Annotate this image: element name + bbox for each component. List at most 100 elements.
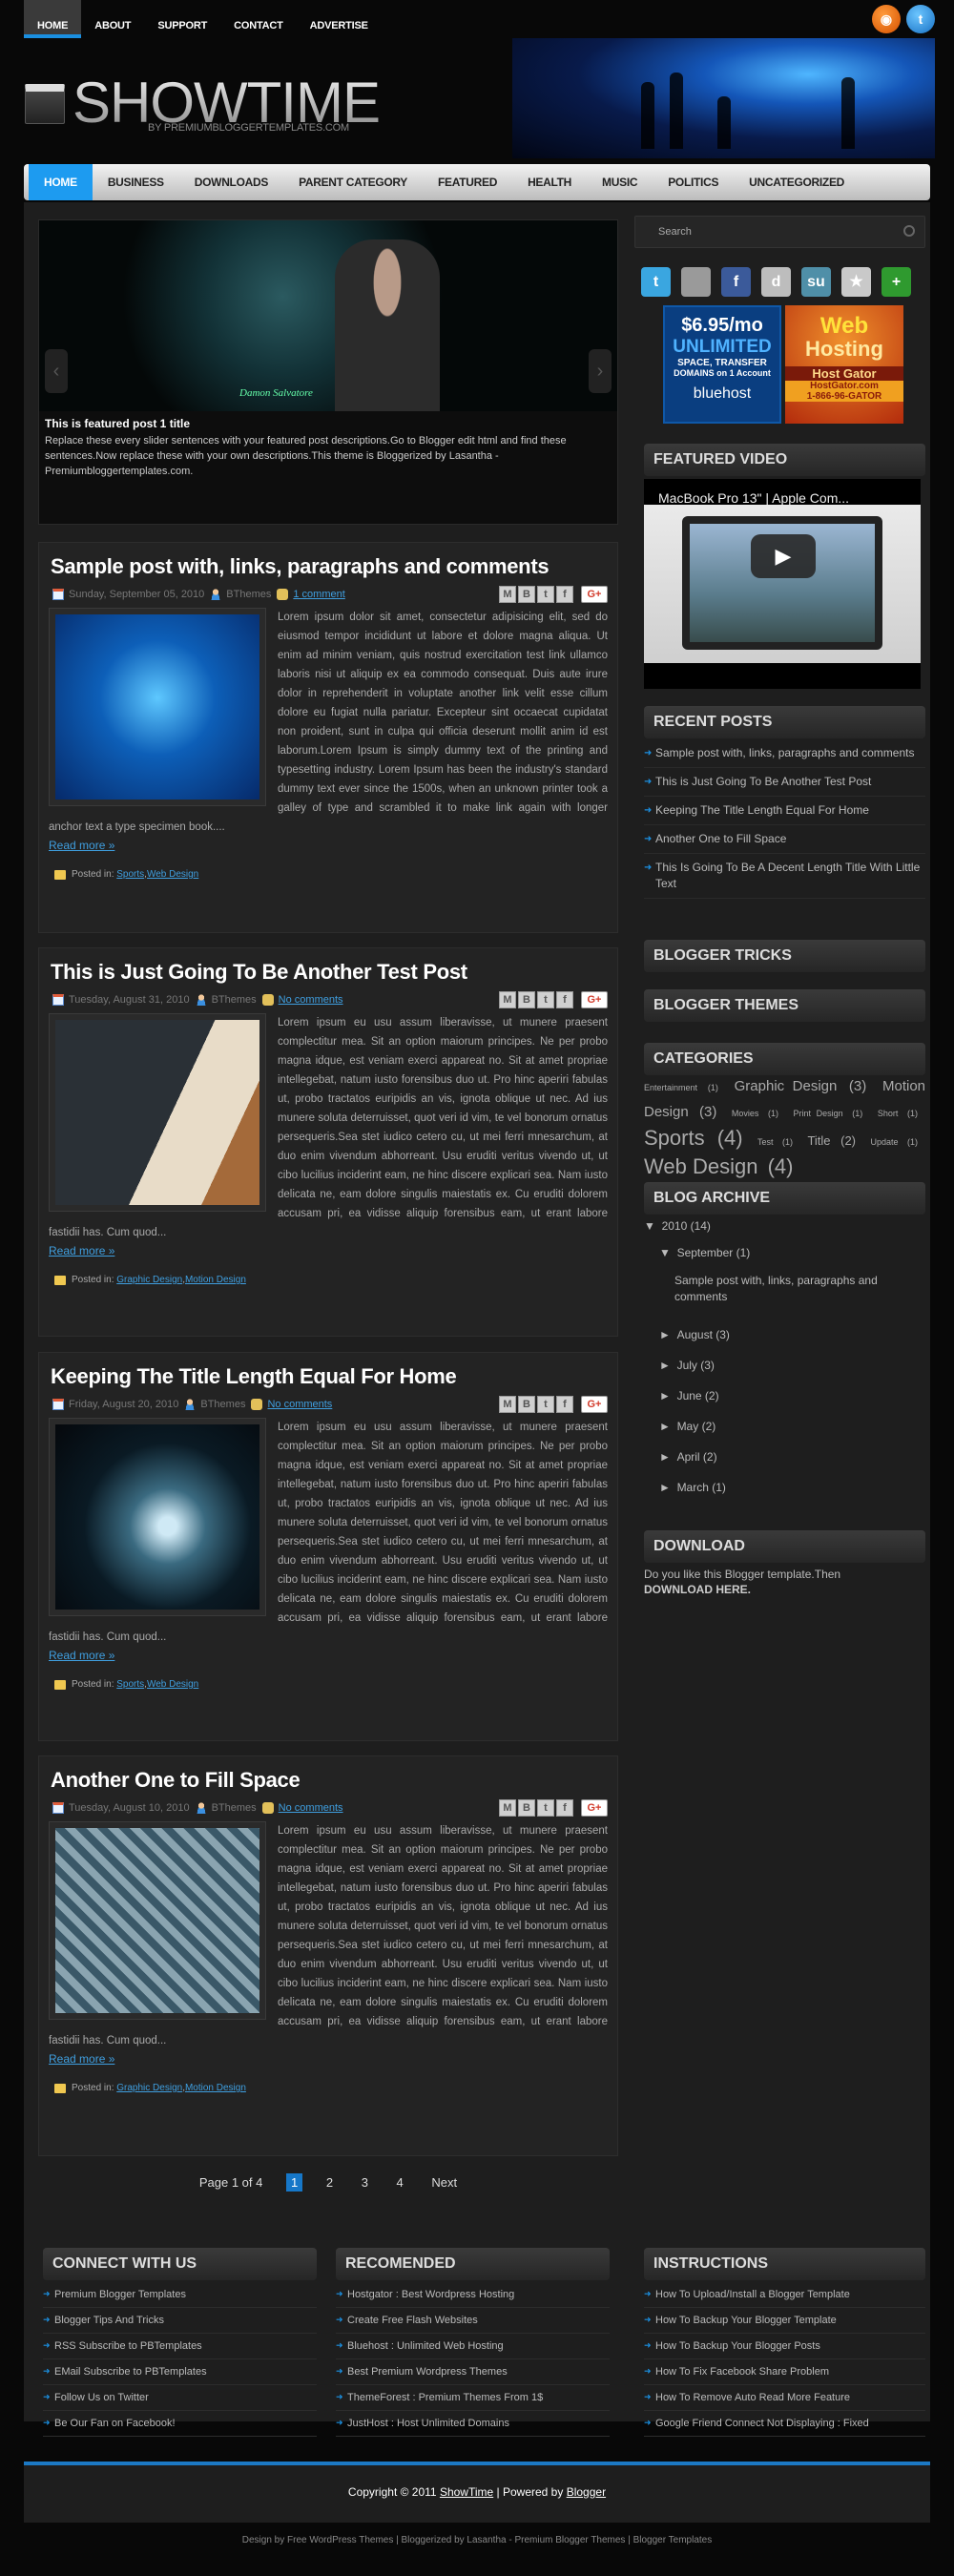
archive-month-label[interactable]: May (2) bbox=[677, 1420, 716, 1433]
comments-link[interactable]: No comments bbox=[279, 1802, 343, 1814]
footer-link[interactable]: Follow Us on Twitter bbox=[43, 2385, 317, 2411]
twitter-share-icon[interactable]: t bbox=[537, 991, 554, 1008]
twitter-icon[interactable]: t bbox=[906, 5, 935, 33]
stumbleupon-icon[interactable]: su bbox=[801, 267, 831, 297]
triangle-down-icon[interactable]: ▼ bbox=[644, 1219, 655, 1233]
recent-post-link[interactable]: Another One to Fill Space bbox=[644, 825, 925, 854]
archive-month[interactable]: ► March (1) bbox=[659, 1481, 925, 1494]
facebook-share-icon[interactable]: f bbox=[556, 991, 573, 1008]
post-title[interactable]: Sample post with, links, paragraphs and … bbox=[51, 554, 608, 579]
post-title[interactable]: This is Just Going To Be Another Test Po… bbox=[51, 960, 608, 985]
label-link[interactable]: Graphic Design bbox=[116, 1275, 182, 1285]
recent-post-link[interactable]: Keeping The Title Length Equal For Home bbox=[644, 797, 925, 825]
main-nav-downloads[interactable]: DOWNLOADS bbox=[179, 164, 283, 200]
hostgator-ad[interactable]: Web Hosting Host Gator HostGator.com 1-8… bbox=[785, 305, 903, 424]
page-2-button[interactable]: 2 bbox=[321, 2173, 338, 2192]
main-nav-music[interactable]: MUSIC bbox=[587, 164, 653, 200]
category-link[interactable]: Print Design (1) bbox=[794, 1109, 867, 1118]
category-link[interactable]: Graphic Design (3) bbox=[735, 1078, 871, 1094]
triangle-right-icon[interactable]: ► bbox=[659, 1481, 671, 1494]
google-plus-button[interactable]: G+ bbox=[581, 1396, 608, 1413]
footer-link[interactable]: Premium Blogger Templates bbox=[43, 2282, 317, 2308]
video-title[interactable]: MacBook Pro 13" | Apple Com... bbox=[658, 490, 849, 506]
footer-link[interactable]: EMail Subscribe to PBTemplates bbox=[43, 2359, 317, 2385]
search-icon[interactable] bbox=[903, 225, 915, 237]
category-link[interactable]: Entertainment (1) bbox=[644, 1083, 722, 1092]
category-link[interactable]: Test (1) bbox=[757, 1137, 797, 1147]
main-nav-health[interactable]: HEALTH bbox=[512, 164, 587, 200]
add-icon[interactable]: + bbox=[881, 267, 911, 297]
twitter-icon[interactable]: t bbox=[641, 267, 671, 297]
page-4-button[interactable]: 4 bbox=[392, 2173, 408, 2192]
rss-icon[interactable]: ◉ bbox=[872, 5, 901, 33]
facebook-share-icon[interactable]: f bbox=[556, 586, 573, 603]
blogger-themes-title[interactable]: BLOGGER THEMES bbox=[644, 989, 925, 1022]
triangle-right-icon[interactable]: ► bbox=[659, 1359, 671, 1372]
top-nav-support[interactable]: SUPPORT bbox=[144, 0, 220, 38]
slide-title[interactable]: This is featured post 1 title bbox=[45, 417, 612, 430]
recent-post-link[interactable]: This Is Going To Be A Decent Length Titl… bbox=[644, 854, 925, 899]
category-name[interactable]: Web Design bbox=[644, 1154, 757, 1178]
site-link[interactable]: ShowTime bbox=[440, 2485, 493, 2499]
label-link[interactable]: Web Design bbox=[147, 1679, 198, 1690]
post-thumbnail[interactable] bbox=[49, 1418, 266, 1616]
read-more-link[interactable]: Read more » bbox=[49, 839, 608, 852]
blogger-share-icon[interactable]: B bbox=[518, 1396, 535, 1413]
email-share-icon[interactable]: M bbox=[499, 1396, 516, 1413]
archive-month-label[interactable]: September (1) bbox=[677, 1246, 751, 1259]
archive-month-label[interactable]: July (3) bbox=[677, 1359, 715, 1372]
footer-link[interactable]: JustHost : Host Unlimited Domains bbox=[336, 2411, 610, 2437]
read-more-link[interactable]: Read more » bbox=[49, 1244, 608, 1257]
page-3-button[interactable]: 3 bbox=[357, 2173, 373, 2192]
email-share-icon[interactable]: M bbox=[499, 586, 516, 603]
category-name[interactable]: Title bbox=[807, 1133, 830, 1148]
main-nav-business[interactable]: BUSINESS bbox=[93, 164, 179, 200]
category-name[interactable]: Graphic Design bbox=[735, 1078, 838, 1094]
next-page-button[interactable]: Next bbox=[426, 2173, 462, 2192]
category-name[interactable]: Entertainment bbox=[644, 1083, 697, 1092]
top-nav-contact[interactable]: CONTACT bbox=[220, 0, 297, 38]
twitter-share-icon[interactable]: t bbox=[537, 586, 554, 603]
category-name[interactable]: Short bbox=[878, 1109, 899, 1118]
footer-link[interactable]: Create Free Flash Websites bbox=[336, 2308, 610, 2334]
featured-video-player[interactable]: MacBook Pro 13" | Apple Com... ▶ bbox=[644, 479, 921, 689]
footer-link[interactable]: Blogger Tips And Tricks bbox=[43, 2308, 317, 2334]
footer-link[interactable]: How To Upload/Install a Blogger Template bbox=[644, 2282, 925, 2308]
play-icon[interactable]: ▶ bbox=[751, 534, 816, 578]
twitter-share-icon[interactable]: t bbox=[537, 1799, 554, 1817]
triangle-right-icon[interactable]: ► bbox=[659, 1328, 671, 1341]
read-more-link[interactable]: Read more » bbox=[49, 2052, 608, 2066]
footer-link[interactable]: Best Premium Wordpress Themes bbox=[336, 2359, 610, 2385]
blogger-tricks-title[interactable]: BLOGGER TRICKS bbox=[644, 940, 925, 972]
post-title[interactable]: Keeping The Title Length Equal For Home bbox=[51, 1364, 608, 1389]
category-name[interactable]: Print Design bbox=[794, 1109, 843, 1118]
footer-link[interactable]: Be Our Fan on Facebook! bbox=[43, 2411, 317, 2437]
google-plus-button[interactable]: G+ bbox=[581, 1799, 608, 1817]
category-link[interactable]: Sports (4) bbox=[644, 1126, 747, 1150]
comments-link[interactable]: 1 comment bbox=[293, 589, 344, 600]
label-link[interactable]: Motion Design bbox=[185, 2083, 246, 2093]
email-share-icon[interactable]: M bbox=[499, 1799, 516, 1817]
post-thumbnail[interactable] bbox=[49, 608, 266, 806]
category-name[interactable]: Movies bbox=[732, 1109, 759, 1118]
triangle-right-icon[interactable]: ► bbox=[659, 1420, 671, 1433]
post-thumbnail[interactable] bbox=[49, 1821, 266, 2020]
blogger-share-icon[interactable]: B bbox=[518, 991, 535, 1008]
digg-icon[interactable]: d bbox=[761, 267, 791, 297]
facebook-icon[interactable]: f bbox=[721, 267, 751, 297]
label-link[interactable]: Web Design bbox=[147, 869, 198, 880]
design-credits[interactable]: Design by Free WordPress Themes | Blogge… bbox=[0, 2535, 954, 2545]
comments-link[interactable]: No comments bbox=[267, 1399, 332, 1410]
triangle-down-icon[interactable]: ▼ bbox=[659, 1246, 671, 1259]
google-plus-button[interactable]: G+ bbox=[581, 991, 608, 1008]
archive-post-link[interactable]: Sample post with, links, paragraphs and … bbox=[674, 1273, 925, 1305]
label-link[interactable]: Motion Design bbox=[185, 1275, 246, 1285]
top-nav-advertise[interactable]: ADVERTISE bbox=[297, 0, 382, 38]
footer-link[interactable]: Hostgator : Best Wordpress Hosting bbox=[336, 2282, 610, 2308]
archive-year[interactable]: ▼ 2010 (14) bbox=[644, 1219, 925, 1233]
slide-image[interactable] bbox=[39, 220, 617, 411]
main-nav-parent-category[interactable]: PARENT CATEGORY bbox=[283, 164, 423, 200]
category-link[interactable]: Movies (1) bbox=[732, 1109, 782, 1118]
label-link[interactable]: Sports bbox=[116, 869, 144, 880]
footer-link[interactable]: How To Backup Your Blogger Template bbox=[644, 2308, 925, 2334]
